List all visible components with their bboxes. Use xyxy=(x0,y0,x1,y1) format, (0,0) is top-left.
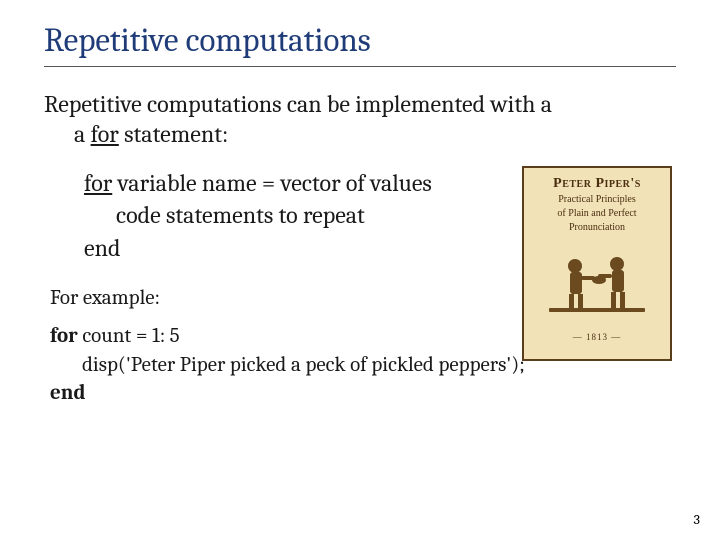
intro-text-indent: a xyxy=(74,120,91,148)
syntax-body-line: code statements to repeat xyxy=(44,199,434,231)
syntax-template: for variable name = vector of values cod… xyxy=(44,167,434,264)
figure-title: Peter Piper's xyxy=(524,176,670,192)
title-underline xyxy=(44,66,676,67)
figure-subtitle-3: Pronunciation xyxy=(524,222,670,234)
figure-subtitle-1: Practical Principles xyxy=(524,194,670,206)
intro-keyword-for: for xyxy=(91,120,119,148)
intro-text-post: statement: xyxy=(119,120,229,148)
slide: Repetitive computations Repetitive compu… xyxy=(0,0,720,540)
slide-title: Repetitive computations xyxy=(44,22,676,60)
intro-text-pre: Repetitive computations can be implement… xyxy=(44,90,552,118)
figure-year: — 1813 — xyxy=(524,332,670,342)
figure-illustration xyxy=(524,240,670,330)
syntax-line1-rest: variable name = vector of values xyxy=(112,169,432,197)
syntax-end-keyword: end xyxy=(44,232,434,264)
figure-subtitle-2: of Plain and Perfect xyxy=(524,208,670,220)
code-line1-rest: count = 1: 5 xyxy=(78,324,180,348)
intro-paragraph: Repetitive computations can be implement… xyxy=(44,89,676,149)
book-cover-figure: Peter Piper's Practical Principles of Pl… xyxy=(522,166,672,361)
code-end-keyword: end xyxy=(50,381,85,405)
syntax-for-keyword: for xyxy=(84,169,112,197)
code-for-keyword: for xyxy=(50,324,78,348)
page-number: 3 xyxy=(694,511,700,528)
